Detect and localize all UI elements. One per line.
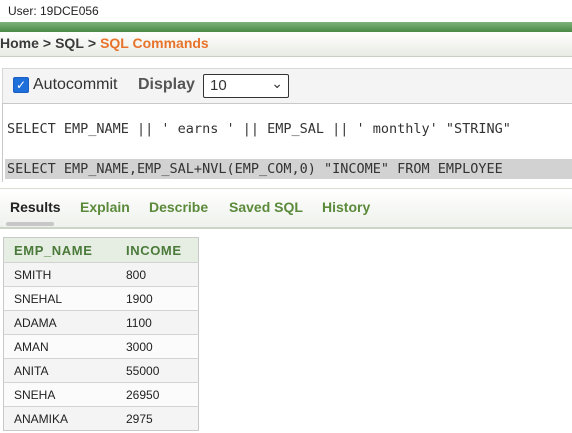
breadcrumb-separator: > xyxy=(42,35,52,51)
display-select-value: 10 xyxy=(210,77,227,94)
breadcrumb-current: SQL Commands xyxy=(100,35,209,51)
active-tab-indicator xyxy=(6,222,54,226)
table-row: ANAMIKA 2975 xyxy=(3,406,199,431)
table-row: SNEHAL 1900 xyxy=(3,286,199,311)
sql-toolbar: ✓ Autocommit Display 10 ⌄ xyxy=(2,68,572,103)
display-label: Display xyxy=(138,76,195,93)
results-table: EMP_NAME INCOME SMITH 800 SNEHAL 1900 ADAM… xyxy=(3,237,199,431)
tab-explain[interactable]: Explain xyxy=(80,199,130,215)
chevron-down-icon: ⌄ xyxy=(271,76,283,92)
sql-line-1: SELECT EMP_NAME || ' earns ' || EMP_SAL … xyxy=(7,121,511,137)
tab-history[interactable]: History xyxy=(322,199,370,215)
table-row: SMITH 800 xyxy=(3,262,199,287)
table-row: ANITA 55000 xyxy=(3,358,199,383)
cell-emp-name: AMAN xyxy=(3,334,116,359)
sql-line-2-selected: SELECT EMP_NAME,EMP_SAL+NVL(EMP_COM,0) "… xyxy=(5,159,572,179)
cell-income: 3000 xyxy=(116,334,199,359)
tab-describe[interactable]: Describe xyxy=(149,199,208,215)
cell-income: 1100 xyxy=(116,310,199,335)
cell-emp-name: ANAMIKA xyxy=(3,406,116,431)
table-row: SNEHA 26950 xyxy=(3,382,199,407)
sql-editor[interactable]: SELECT EMP_NAME || ' earns ' || EMP_SAL … xyxy=(2,103,572,182)
cell-income: 800 xyxy=(116,262,199,287)
cell-income: 2975 xyxy=(116,406,199,431)
cell-emp-name: ANITA xyxy=(3,358,116,383)
autocommit-label: Autocommit xyxy=(33,76,118,93)
breadcrumb-home[interactable]: Home xyxy=(0,32,39,54)
display-select[interactable]: 10 ⌄ xyxy=(203,74,289,98)
cell-income: 26950 xyxy=(116,382,199,407)
breadcrumb: Home > SQL > SQL Commands xyxy=(0,32,572,57)
column-header-income: INCOME xyxy=(116,237,199,263)
tab-saved-sql[interactable]: Saved SQL xyxy=(229,199,303,215)
cell-income: 1900 xyxy=(116,286,199,311)
cell-emp-name: SNEHAL xyxy=(3,286,116,311)
tab-results[interactable]: Results xyxy=(10,199,61,215)
user-label: User: 19DCE056 xyxy=(8,4,99,18)
cell-emp-name: SMITH xyxy=(3,262,116,287)
autocommit-checkbox[interactable]: ✓ xyxy=(13,77,29,93)
cell-emp-name: ADAMA xyxy=(3,310,116,335)
cell-emp-name: SNEHA xyxy=(3,382,116,407)
column-header-emp-name: EMP_NAME xyxy=(3,237,116,263)
table-row: ADAMA 1100 xyxy=(3,310,199,335)
cell-income: 55000 xyxy=(116,358,199,383)
header-bar xyxy=(0,22,572,32)
table-row: AMAN 3000 xyxy=(3,334,199,359)
breadcrumb-sql[interactable]: SQL xyxy=(55,32,84,54)
breadcrumb-separator: > xyxy=(87,35,97,51)
